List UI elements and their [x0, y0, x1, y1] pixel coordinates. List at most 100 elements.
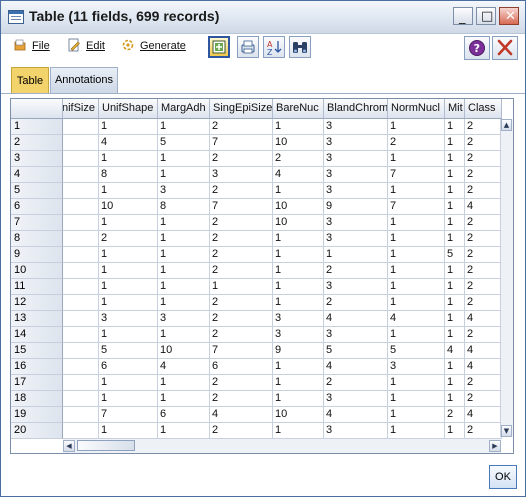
table-cell[interactable]: 2	[99, 231, 158, 247]
table-cell[interactable]: 1	[445, 391, 465, 407]
table-cell[interactable]: 1	[99, 263, 158, 279]
table-cell[interactable]: 1	[388, 295, 445, 311]
table-cell[interactable]: 3	[210, 167, 273, 183]
table-cell[interactable]: 2	[445, 407, 465, 423]
row-number[interactable]: 4	[11, 167, 63, 183]
table-cell[interactable]: 1	[273, 183, 324, 199]
table-cell[interactable]: 2	[465, 423, 502, 439]
column-header[interactable]: SingEpiSize	[210, 99, 273, 119]
table-cell[interactable]: 1	[445, 119, 465, 135]
close-output-button[interactable]	[492, 36, 518, 60]
row-number[interactable]: 5	[11, 183, 63, 199]
table-cell[interactable]: 1	[158, 215, 210, 231]
table-cell[interactable]: 3	[324, 151, 388, 167]
table-cell[interactable]: 7	[210, 343, 273, 359]
table-cell[interactable]: 3	[324, 231, 388, 247]
table-cell[interactable]: 1	[273, 247, 324, 263]
row-number[interactable]: 19	[11, 407, 63, 423]
table-cell[interactable]: 1	[99, 119, 158, 135]
table-cell[interactable]: 6	[210, 359, 273, 375]
maximize-button[interactable]: □	[476, 7, 496, 25]
table-cell[interactable]: 1	[210, 279, 273, 295]
table-cell[interactable]: 2	[388, 135, 445, 151]
table-cell[interactable]: 2	[324, 295, 388, 311]
table-cell[interactable]: 1	[388, 263, 445, 279]
table-cell[interactable]: 1	[445, 359, 465, 375]
table-cell[interactable]: 1	[445, 215, 465, 231]
table-cell[interactable]: 6	[158, 407, 210, 423]
table-cell[interactable]: 1	[158, 263, 210, 279]
table-cell[interactable]: 1	[273, 423, 324, 439]
table-cell[interactable]: 4	[273, 167, 324, 183]
table-cell[interactable]: 1	[388, 375, 445, 391]
table-cell[interactable]: 1	[445, 183, 465, 199]
row-number[interactable]: 16	[11, 359, 63, 375]
table-cell[interactable]: 1	[99, 391, 158, 407]
data-table[interactable]: UnifSizeUnifShapeMargAdhSingEpiSizeBareN…	[10, 98, 514, 454]
table-cell[interactable]	[63, 151, 99, 167]
table-cell[interactable]: 7	[388, 199, 445, 215]
print-button[interactable]	[237, 36, 259, 58]
table-cell[interactable]: 1	[445, 199, 465, 215]
table-cell[interactable]: 7	[99, 407, 158, 423]
table-cell[interactable]: 1	[273, 119, 324, 135]
table-cell[interactable]: 7	[388, 167, 445, 183]
table-cell[interactable]: 1	[158, 423, 210, 439]
table-cell[interactable]: 2	[465, 263, 502, 279]
table-cell[interactable]: 2	[210, 183, 273, 199]
table-cell[interactable]: 1	[158, 167, 210, 183]
table-cell[interactable]	[63, 199, 99, 215]
table-cell[interactable]: 1	[158, 231, 210, 247]
scroll-down-icon[interactable]: ▼	[501, 425, 512, 437]
table-cell[interactable]: 10	[158, 343, 210, 359]
table-cell[interactable]: 1	[445, 375, 465, 391]
table-cell[interactable]: 4	[99, 135, 158, 151]
table-cell[interactable]: 2	[210, 391, 273, 407]
table-cell[interactable]: 1	[158, 279, 210, 295]
table-cell[interactable]: 1	[99, 423, 158, 439]
table-cell[interactable]: 3	[324, 119, 388, 135]
table-cell[interactable]: 3	[324, 167, 388, 183]
table-cell[interactable]: 1	[445, 311, 465, 327]
table-cell[interactable]: 2	[465, 167, 502, 183]
row-number[interactable]: 20	[11, 423, 63, 439]
table-cell[interactable]: 1	[158, 327, 210, 343]
close-window-button[interactable]: ✕	[499, 7, 519, 25]
table-cell[interactable]	[63, 231, 99, 247]
table-cell[interactable]: 2	[465, 135, 502, 151]
table-cell[interactable]: 1	[388, 247, 445, 263]
table-cell[interactable]: 3	[273, 327, 324, 343]
column-header[interactable]: Mit	[445, 99, 465, 119]
table-cell[interactable]: 6	[99, 359, 158, 375]
table-cell[interactable]	[63, 119, 99, 135]
table-cell[interactable]: 2	[465, 375, 502, 391]
table-cell[interactable]: 2	[324, 375, 388, 391]
table-cell[interactable]: 2	[465, 231, 502, 247]
table-cell[interactable]: 1	[388, 119, 445, 135]
table-cell[interactable]: 3	[388, 359, 445, 375]
table-cell[interactable]: 3	[324, 327, 388, 343]
row-number[interactable]: 10	[11, 263, 63, 279]
table-cell[interactable]: 2	[210, 311, 273, 327]
row-number[interactable]: 12	[11, 295, 63, 311]
table-cell[interactable]: 1	[99, 295, 158, 311]
row-number[interactable]: 6	[11, 199, 63, 215]
table-cell[interactable]: 1	[99, 215, 158, 231]
column-header[interactable]: MargAdh	[158, 99, 210, 119]
table-cell[interactable]	[63, 183, 99, 199]
table-cell[interactable]: 4	[465, 359, 502, 375]
table-cell[interactable]: 1	[99, 327, 158, 343]
table-cell[interactable]: 2	[273, 151, 324, 167]
table-cell[interactable]: 1	[445, 151, 465, 167]
row-number[interactable]: 8	[11, 231, 63, 247]
ok-button[interactable]: OK	[489, 465, 517, 489]
edit-menu[interactable]: Edit	[86, 40, 105, 52]
table-cell[interactable]: 2	[465, 215, 502, 231]
vertical-scrollbar[interactable]: ▲ ▼	[500, 119, 513, 437]
table-cell[interactable]: 1	[445, 135, 465, 151]
table-cell[interactable]: 1	[388, 407, 445, 423]
table-cell[interactable]: 1	[273, 263, 324, 279]
scroll-left-icon[interactable]: ◀	[63, 440, 75, 452]
table-cell[interactable]: 1	[445, 423, 465, 439]
table-cell[interactable]	[63, 279, 99, 295]
